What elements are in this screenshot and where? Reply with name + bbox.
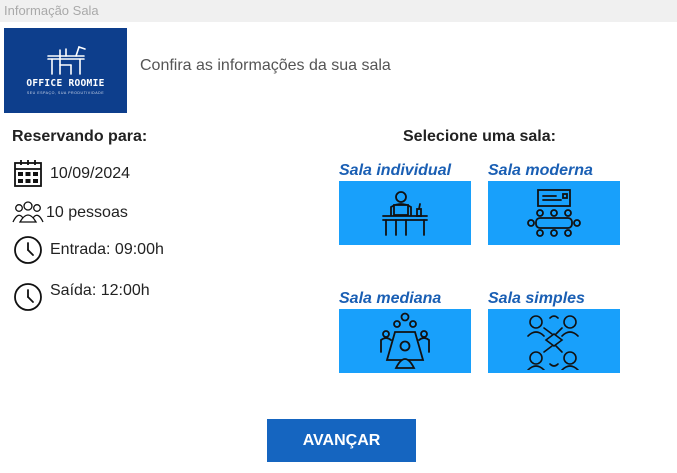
reservation-entry: Entrada: 09:00h [50, 241, 164, 258]
clock-icon [12, 234, 44, 266]
logo-brand: OFFICE ROOMIE [26, 78, 105, 89]
date-row: 10/09/2024 [12, 158, 130, 190]
room-card-individual[interactable] [339, 181, 471, 245]
reservation-people: 10 pessoas [46, 204, 128, 221]
people-row: 10 pessoas [12, 197, 128, 229]
reservation-date: 10/09/2024 [50, 165, 131, 182]
exit-row: Saída: 12:00h [12, 281, 150, 313]
desk-chair-logo-icon [47, 46, 86, 75]
reservation-exit: Saída: 12:00h [50, 282, 150, 299]
logo-slogan: SEU ESPAÇO, SUA PRODUTIVIDADE [26, 91, 105, 95]
advance-button[interactable]: AVANÇAR [267, 419, 416, 462]
calendar-icon [12, 158, 44, 190]
window-title: Informação Sala [4, 3, 99, 18]
room-title-simples: Sala simples [488, 290, 585, 307]
rooms-title: Selecione uma sala: [403, 128, 556, 145]
people-group-icon [12, 197, 44, 229]
meeting-table-icon [380, 312, 430, 369]
clock-icon [12, 281, 44, 313]
window-titlebar: Informação Sala [0, 0, 677, 22]
room-card-simples[interactable] [488, 309, 620, 373]
room-card-mediana[interactable] [339, 309, 471, 373]
header-text: Confira as informações da sua sala [140, 57, 391, 74]
entry-row: Entrada: 09:00h [12, 234, 164, 266]
room-title-moderna: Sala moderna [488, 162, 593, 179]
room-card-moderna[interactable] [488, 181, 620, 245]
reservation-title: Reservando para: [12, 128, 148, 145]
people-circle-icon [527, 315, 579, 370]
room-title-mediana: Sala mediana [339, 290, 442, 307]
person-at-desk-icon [382, 191, 428, 236]
meeting-screen-icon [527, 189, 581, 237]
room-title-individual: Sala individual [339, 162, 452, 179]
office-roomie-logo: OFFICE ROOMIE SEU ESPAÇO, SUA PRODUTIVID… [4, 28, 127, 113]
